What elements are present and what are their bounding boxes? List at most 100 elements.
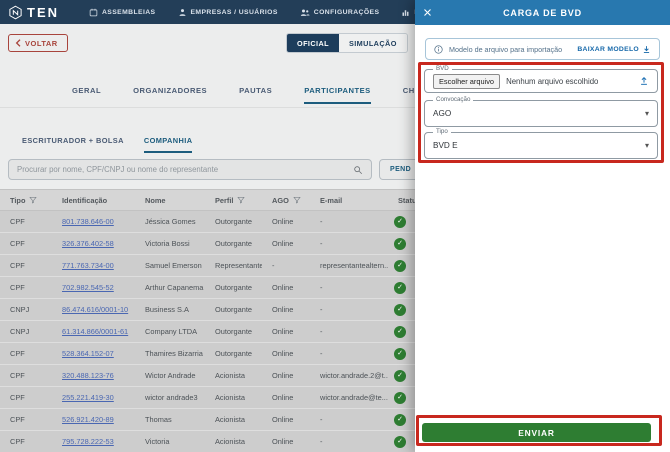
cell-nome: Victoria bbox=[135, 430, 205, 452]
search-row: PEND bbox=[8, 159, 423, 180]
cell-nome: Thamires Bizarria bbox=[135, 342, 205, 365]
cell-nome: Arthur Capanema bbox=[135, 276, 205, 299]
column-header-identificacao[interactable]: Identificação bbox=[52, 189, 135, 211]
cell-perfil: Acionista bbox=[205, 364, 262, 387]
cell-email: - bbox=[310, 210, 388, 233]
cell-identificacao: 795.728.222-53 bbox=[52, 430, 135, 452]
tipo-select[interactable]: Tipo BVD E ▾ bbox=[424, 128, 658, 159]
cell-email: wictor.andrade.2@t... bbox=[310, 364, 388, 387]
identificacao-link[interactable]: 326.376.402-58 bbox=[62, 239, 114, 248]
column-header-nome[interactable]: Nome bbox=[135, 189, 205, 211]
column-header-tipo[interactable]: Tipo bbox=[0, 189, 52, 211]
cell-ago: Online bbox=[262, 298, 310, 321]
chevron-down-icon[interactable]: ▾ bbox=[645, 141, 649, 150]
choose-file-button[interactable]: Escolher arquivo bbox=[433, 73, 501, 89]
people-icon bbox=[300, 9, 310, 16]
person-icon bbox=[179, 8, 185, 16]
status-ok-badge: ✓ bbox=[394, 259, 406, 272]
app-logo[interactable]: TEN bbox=[8, 5, 59, 20]
nav-item-empresas-usuarios[interactable]: EMPRESAS / USUÁRIOS bbox=[178, 8, 278, 17]
tab-geral[interactable]: GERAL bbox=[72, 86, 101, 104]
status-ok-badge: ✓ bbox=[394, 391, 406, 404]
cell-perfil: Outorgante bbox=[205, 276, 262, 299]
tipo-field-label: Tipo bbox=[433, 128, 451, 136]
status-ok-badge: ✓ bbox=[394, 347, 406, 360]
mode-simulation-button[interactable]: SIMULAÇÃO bbox=[338, 34, 407, 52]
filter-icon[interactable] bbox=[293, 196, 301, 204]
cell-nome: Jéssica Gomes bbox=[135, 210, 205, 233]
search-icon[interactable] bbox=[353, 165, 363, 175]
cell-perfil: Outorgante bbox=[205, 298, 262, 321]
chevron-left-icon bbox=[15, 39, 21, 47]
tab-participantes[interactable]: PARTICIPANTES bbox=[304, 86, 371, 104]
cell-identificacao: 255.221.419-30 bbox=[52, 386, 135, 409]
column-header-email[interactable]: E-mail bbox=[310, 189, 388, 211]
nav-item-configuracoes[interactable]: CONFIGURAÇÕES bbox=[300, 8, 380, 17]
filter-icon[interactable] bbox=[29, 196, 38, 204]
filter-icon[interactable] bbox=[237, 196, 246, 204]
cell-identificacao: 702.982.545-52 bbox=[52, 276, 135, 299]
cell-tipo: CPF bbox=[0, 408, 52, 431]
subtab-escriturador-bolsa[interactable]: ESCRITURADOR + BOLSA bbox=[22, 136, 124, 153]
cell-tipo: CPF bbox=[0, 232, 52, 255]
drawer-header: CARGA DE BVD bbox=[415, 0, 670, 25]
cell-tipo: CPF bbox=[0, 386, 52, 409]
convocacao-field-label: Convocação bbox=[433, 96, 474, 104]
enviar-button[interactable]: ENVIAR bbox=[422, 423, 651, 442]
cell-email: - bbox=[310, 320, 388, 343]
cell-identificacao: 771.763.734-00 bbox=[52, 254, 135, 277]
sub-tabs: ESCRITURADOR + BOLSA COMPANHIA bbox=[22, 136, 193, 153]
column-header-perfil[interactable]: Perfil bbox=[205, 189, 262, 211]
identificacao-link[interactable]: 702.982.545-52 bbox=[62, 283, 114, 292]
back-button-label: VOLTAR bbox=[25, 38, 58, 48]
cell-ago: Online bbox=[262, 210, 310, 233]
app-logo-text: TEN bbox=[27, 4, 59, 20]
cell-tipo: CPF bbox=[0, 430, 52, 452]
tab-organizadores[interactable]: ORGANIZADORES bbox=[133, 86, 207, 104]
cell-perfil: Acionista bbox=[205, 386, 262, 409]
status-ok-badge: ✓ bbox=[394, 413, 406, 426]
identificacao-link[interactable]: 255.221.419-30 bbox=[62, 393, 114, 402]
cell-perfil: Representante bbox=[205, 254, 262, 277]
status-ok-badge: ✓ bbox=[394, 369, 406, 382]
download-template-button[interactable]: BAIXAR MODELO bbox=[577, 45, 651, 54]
identificacao-link[interactable]: 801.738.646-00 bbox=[62, 217, 114, 226]
convocacao-select[interactable]: Convocação AGO ▾ bbox=[424, 96, 658, 127]
cell-ago: Online bbox=[262, 408, 310, 431]
download-template-label: BAIXAR MODELO bbox=[577, 45, 639, 53]
tab-pautas[interactable]: PAUTAS bbox=[239, 86, 272, 104]
cell-identificacao: 326.376.402-58 bbox=[52, 232, 135, 255]
identificacao-link[interactable]: 528.364.152-07 bbox=[62, 349, 114, 358]
cell-perfil: Outorgante bbox=[205, 232, 262, 255]
identificacao-link[interactable]: 86.474.616/0001-10 bbox=[62, 305, 128, 314]
cell-tipo: CNPJ bbox=[0, 298, 52, 321]
identificacao-link[interactable]: 320.488.123-76 bbox=[62, 371, 114, 380]
close-button[interactable] bbox=[423, 0, 432, 25]
upload-icon[interactable] bbox=[639, 76, 649, 86]
identificacao-link[interactable]: 61.314.866/0001-61 bbox=[62, 327, 128, 336]
chevron-down-icon[interactable]: ▾ bbox=[645, 109, 649, 118]
mode-official-button[interactable]: OFICIAL bbox=[287, 34, 339, 52]
import-template-info: Modelo de arquivo para importação BAIXAR… bbox=[425, 38, 660, 60]
nav-item-label: CONFIGURAÇÕES bbox=[313, 8, 380, 16]
cell-ago: Online bbox=[262, 320, 310, 343]
cell-identificacao: 320.488.123-76 bbox=[52, 364, 135, 387]
status-ok-badge: ✓ bbox=[394, 435, 406, 448]
identificacao-link[interactable]: 526.921.420-89 bbox=[62, 415, 114, 424]
nav-item-label: ASSEMBLEIAS bbox=[102, 8, 156, 16]
cell-email: wictor.andrade@te... bbox=[310, 386, 388, 409]
identificacao-link[interactable]: 795.728.222-53 bbox=[62, 437, 114, 446]
cell-tipo: CPF bbox=[0, 210, 52, 233]
main-tabs: GERAL ORGANIZADORES PAUTAS PARTICIPANTES… bbox=[72, 86, 451, 104]
cell-identificacao: 801.738.646-00 bbox=[52, 210, 135, 233]
nav-item-assembleias[interactable]: ASSEMBLEIAS bbox=[89, 8, 156, 17]
cell-email: - bbox=[310, 298, 388, 321]
back-button[interactable]: VOLTAR bbox=[8, 34, 68, 52]
app-window: TEN ASSEMBLEIAS EMPRESAS / USUÁRIOS CONF… bbox=[0, 0, 670, 452]
subtab-companhia[interactable]: COMPANHIA bbox=[143, 136, 193, 153]
cell-nome: Business S.A bbox=[135, 298, 205, 321]
carga-bvd-drawer: CARGA DE BVD Modelo de arquivo para impo… bbox=[415, 0, 670, 452]
search-input[interactable] bbox=[17, 165, 353, 174]
identificacao-link[interactable]: 771.763.734-00 bbox=[62, 261, 114, 270]
column-header-ago[interactable]: AGO bbox=[262, 189, 310, 211]
